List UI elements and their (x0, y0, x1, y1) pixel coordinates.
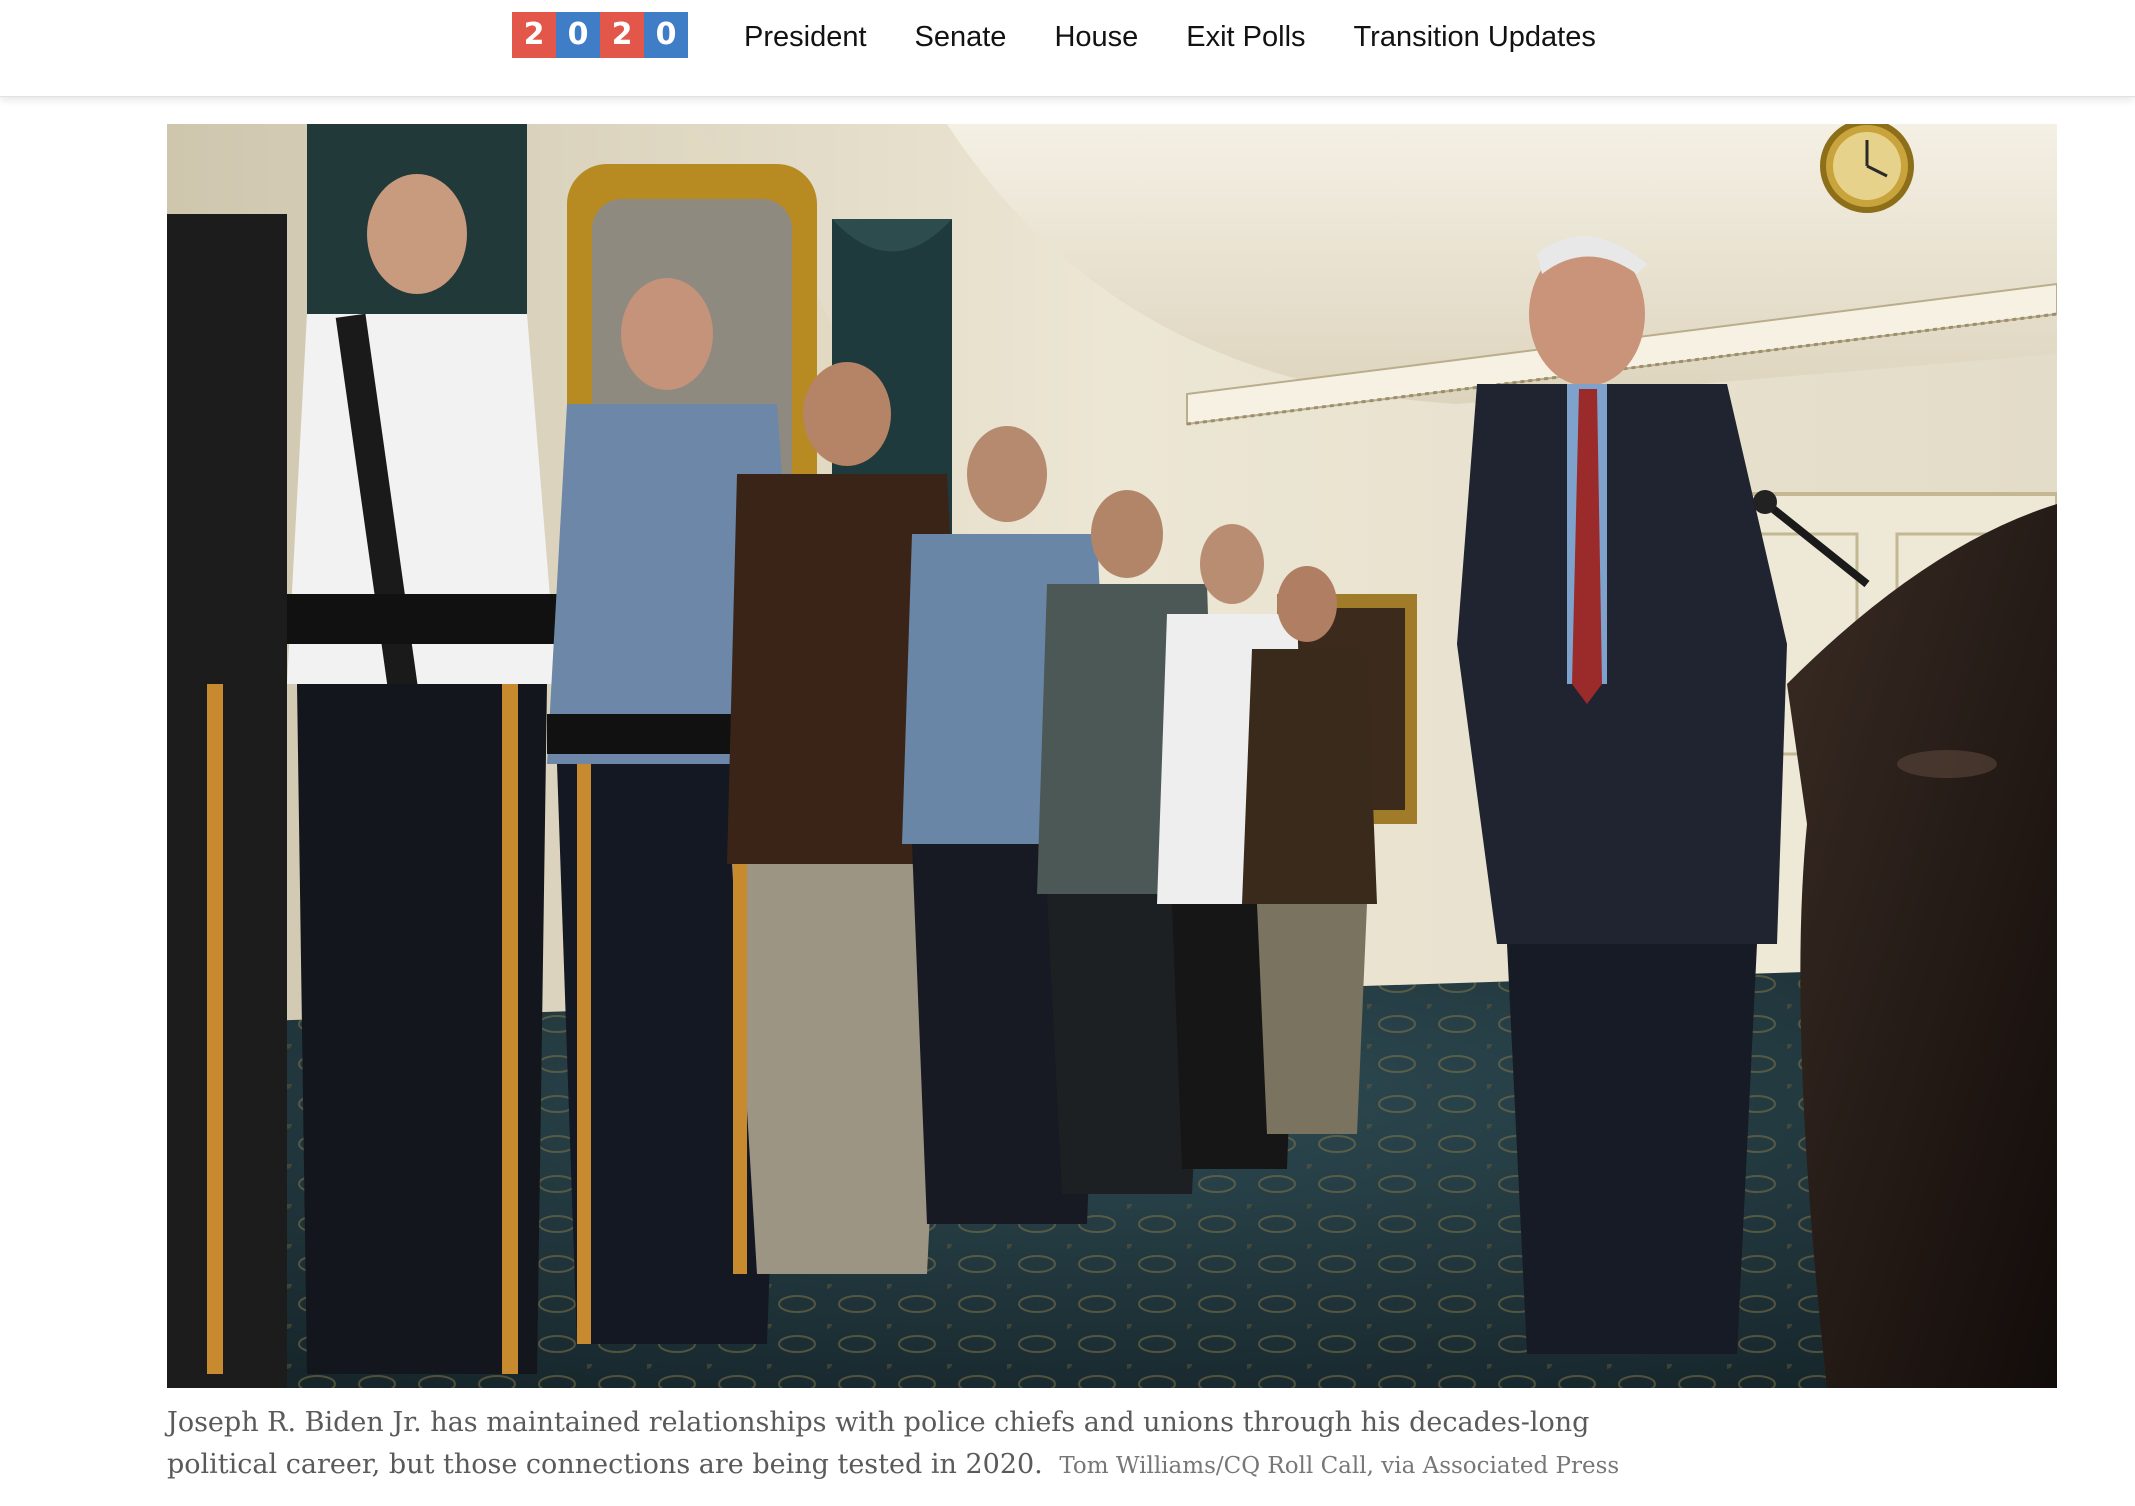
nav-item-senate[interactable]: Senate (915, 21, 1007, 54)
logo-digit: 0 (556, 12, 600, 58)
press-conference-photo (167, 124, 2057, 1388)
nav-item-transition-updates[interactable]: Transition Updates (1354, 21, 1596, 54)
top-navigation-bar: 2 0 2 0 President Senate House Exit Poll… (0, 0, 2135, 97)
logo-digit: 2 (512, 12, 556, 58)
election-2020-logo[interactable]: 2 0 2 0 (512, 12, 688, 58)
section-nav: President Senate House Exit Polls Transi… (744, 18, 1596, 56)
article-photo (167, 124, 2057, 1388)
logo-digit: 2 (600, 12, 644, 58)
photo-credit: Tom Williams/CQ Roll Call, via Associate… (1059, 1453, 1620, 1479)
nav-item-president[interactable]: President (744, 21, 867, 54)
logo-digit: 0 (644, 12, 688, 58)
photo-caption: Joseph R. Biden Jr. has maintained relat… (167, 1402, 1627, 1487)
nav-item-exit-polls[interactable]: Exit Polls (1186, 21, 1305, 54)
nav-item-house[interactable]: House (1054, 21, 1138, 54)
